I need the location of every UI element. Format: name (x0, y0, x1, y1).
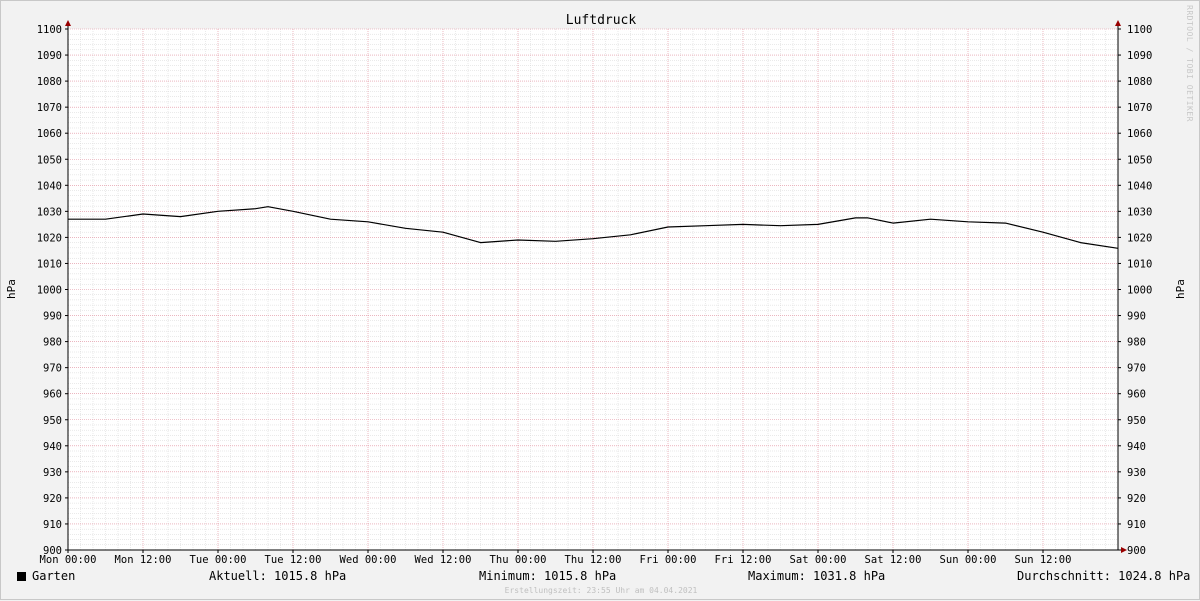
y-tick-label-left: 1010 (37, 258, 62, 270)
y-tick-label-left: 980 (43, 337, 62, 349)
chart-frame: 900 910 920 930 940 950 960 970 980 990 1000 1010 10… (0, 0, 1200, 600)
x-tick-label: Fri 12:00 (715, 554, 772, 566)
x-tick-label: Thu 12:00 (565, 554, 622, 566)
y-tick-label-left: 920 (43, 493, 62, 505)
y-tick-label-right: 1060 (1127, 128, 1152, 140)
y-tick-label-right: 980 (1127, 337, 1146, 349)
y-tick-label-left: 990 (43, 311, 62, 323)
y-tick-label-left: 1090 (37, 50, 62, 62)
x-tick-label: Thu 00:00 (490, 554, 547, 566)
y-tick-label-right: 910 (1127, 519, 1146, 531)
x-tick-label: Sun 12:00 (1015, 554, 1072, 566)
y-tick-label-left: 950 (43, 415, 62, 427)
pressure-chart: 900 910 920 930 940 950 960 970 980 990 1000 1010 10… (5, 13, 1187, 566)
y-tick-label-left: 940 (43, 441, 62, 453)
y-tick-label-right: 1050 (1127, 154, 1152, 166)
y-tick-label-left: 1050 (37, 154, 62, 166)
y-tick-label-right: 1040 (1127, 180, 1152, 192)
y-tick-label-left: 970 (43, 363, 62, 375)
y-tick-label-right: 960 (1127, 389, 1146, 401)
y-tick-label-left: 1040 (37, 180, 62, 192)
creation-time-footer: Erstellungszeit: 23:55 Uhr am 04.04.2021 (504, 586, 698, 595)
chart-title: Luftdruck (566, 13, 637, 28)
stat-average: Durchschnitt: 1024.8 hPa (1017, 569, 1191, 583)
x-tick-label: Sun 00:00 (940, 554, 997, 566)
y-tick-label-left: 1100 (37, 24, 62, 36)
x-tick-label: Sat 00:00 (790, 554, 847, 566)
x-tick-label: Mon 12:00 (115, 554, 172, 566)
legend-swatch (17, 572, 26, 581)
y-tick-label-right: 1030 (1127, 206, 1152, 218)
y-tick-label-right: 900 (1127, 545, 1146, 557)
x-tick-label: Tue 00:00 (190, 554, 247, 566)
y-tick-label-right: 920 (1127, 493, 1146, 505)
y-tick-label-left: 910 (43, 519, 62, 531)
legend-series-name: Garten (32, 569, 76, 583)
y-tick-label-right: 950 (1127, 415, 1146, 427)
y-tick-label-right: 990 (1127, 311, 1146, 323)
y-tick-labels-right: 900 910 920 930 940 950 960 970 980 990 1000 1010 10… (1127, 24, 1152, 557)
x-tick-label: Sat 12:00 (865, 554, 922, 566)
y-axis-arrow-left (65, 20, 71, 26)
x-tick-label: Tue 12:00 (265, 554, 322, 566)
y-tick-label-right: 1010 (1127, 258, 1152, 270)
y-tick-label-left: 1030 (37, 206, 62, 218)
y-tick-label-right: 1080 (1127, 76, 1152, 88)
y-tick-labels-left: 9009109209309409509609709809901000101010… (37, 24, 62, 557)
y-tick-label-left: 1060 (37, 128, 62, 140)
x-tick-label: Wed 12:00 (415, 554, 472, 566)
stat-current: Aktuell: 1015.8 hPa (209, 569, 347, 583)
stat-minimum: Minimum: 1015.8 hPa (479, 569, 617, 583)
y-tick-label-left: 1020 (37, 232, 62, 244)
y-tick-label-right: 1100 (1127, 24, 1152, 36)
y-tick-label-left: 1070 (37, 102, 62, 114)
y-axis-label-right: hPa (1174, 279, 1187, 299)
y-tick-label-left: 1000 (37, 285, 62, 297)
y-tick-label-right: 1070 (1127, 102, 1152, 114)
rrdtool-watermark: RRDTOOL / TOBI OETIKER (1185, 5, 1194, 122)
y-tick-label-right: 940 (1127, 441, 1146, 453)
y-tick-label-right: 930 (1127, 467, 1146, 479)
y-tick-label-right: 1020 (1127, 232, 1152, 244)
stat-maximum: Maximum: 1031.8 hPa (748, 569, 886, 583)
x-tick-label: Wed 00:00 (340, 554, 397, 566)
y-tick-label-left: 1080 (37, 76, 62, 88)
y-axis-arrow-right (1115, 20, 1121, 26)
y-tick-label-left: 930 (43, 467, 62, 479)
legend-series: Garten (17, 569, 75, 583)
y-tick-label-left: 960 (43, 389, 62, 401)
y-tick-label-right: 1090 (1127, 50, 1152, 62)
x-tick-labels: Mon 00:00 Mon 12:00 Tue 00:00 Tue 12:00 Wed … (40, 554, 1072, 566)
y-tick-label-right: 970 (1127, 363, 1146, 375)
x-tick-label: Fri 00:00 (640, 554, 697, 566)
y-axis-label-left: hPa (5, 279, 18, 299)
y-tick-label-right: 1000 (1127, 285, 1152, 297)
x-tick-label: Mon 00:00 (40, 554, 97, 566)
